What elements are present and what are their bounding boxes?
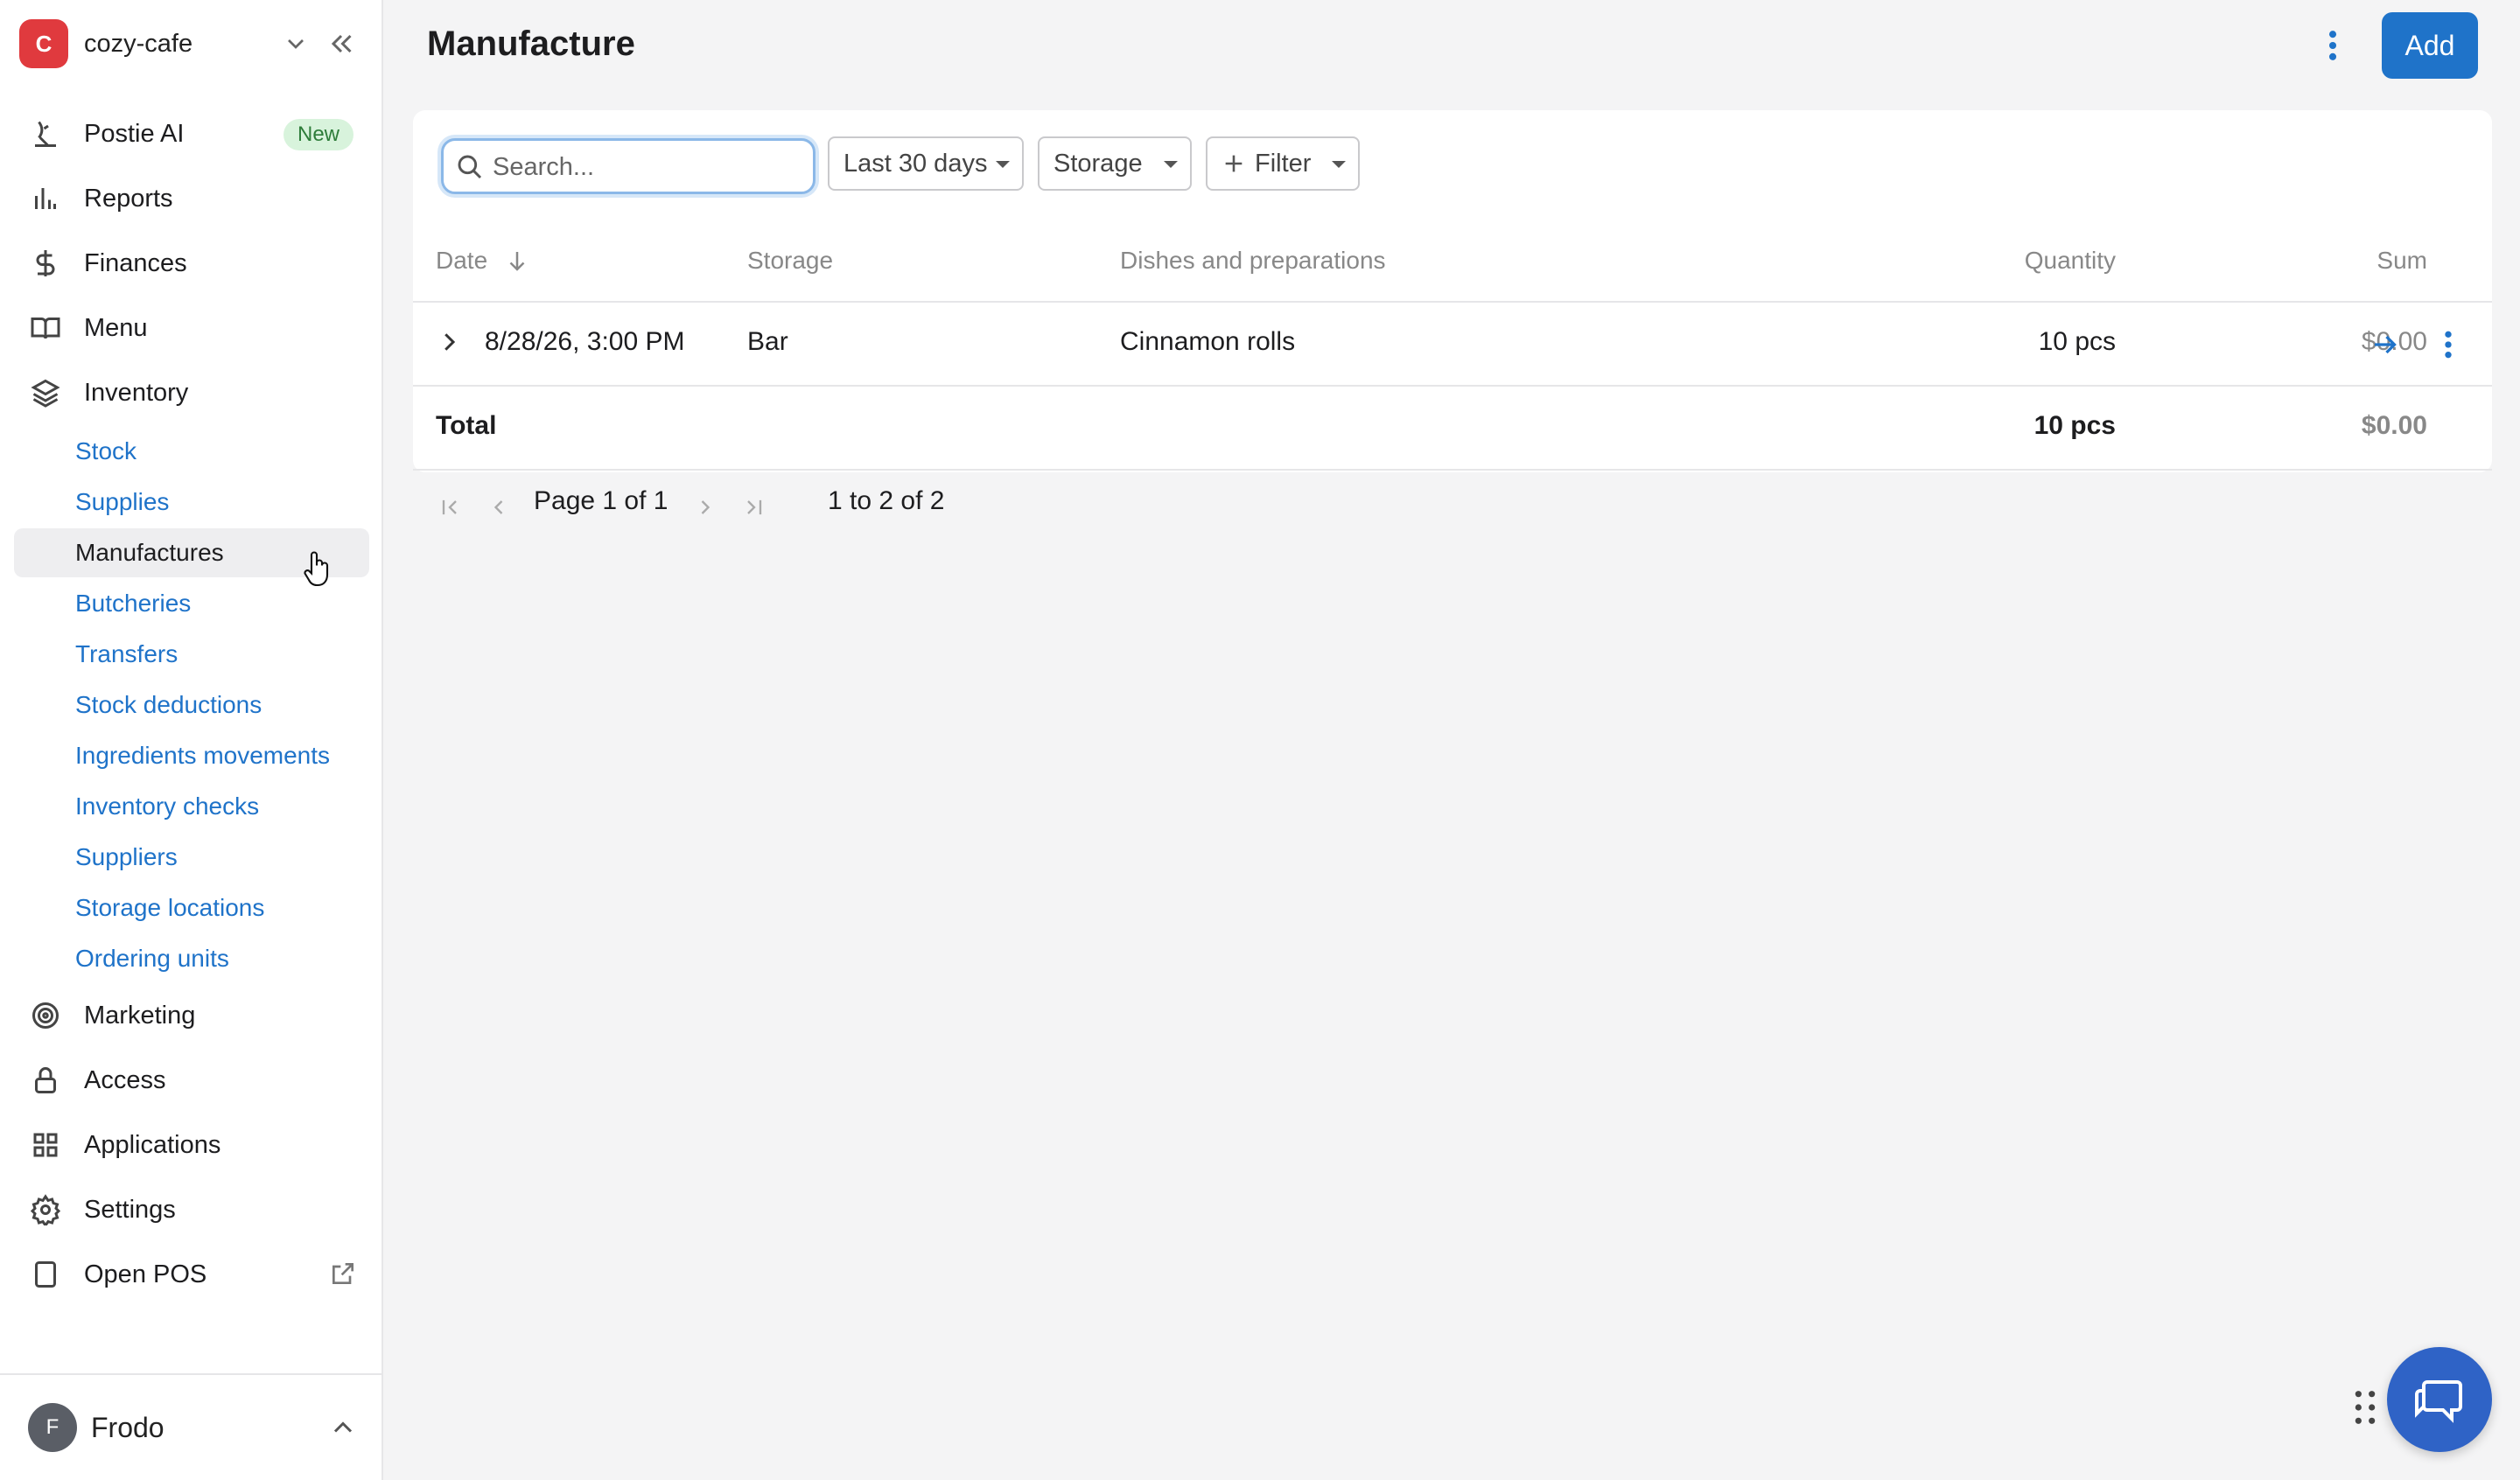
book-icon: [28, 311, 63, 346]
total-quantity: 10 pcs: [2034, 411, 2116, 440]
sidebar-item-suppliers[interactable]: Suppliers: [14, 833, 369, 882]
nav-label: Applications: [84, 1130, 221, 1159]
manufacture-table-card: Last 30 days Storage Filter Date Storage…: [413, 110, 2492, 472]
caret-down-icon: [1332, 161, 1346, 168]
arrow-down-icon[interactable]: [504, 247, 530, 275]
storage-label: Storage: [1054, 149, 1143, 178]
external-link-icon: [332, 1263, 354, 1284]
drag-handle-icon[interactable]: [2350, 1387, 2380, 1428]
column-header-dishes[interactable]: Dishes and preparations: [1120, 247, 1386, 275]
nav-reports[interactable]: Reports: [14, 173, 369, 224]
page-indicator: Page 1 of 1: [534, 486, 668, 515]
add-button[interactable]: Add: [2382, 12, 2478, 79]
column-header-date[interactable]: Date: [436, 247, 487, 275]
sidebar-item-inventory-checks[interactable]: Inventory checks: [14, 782, 369, 831]
sidebar-item-stock[interactable]: Stock: [14, 427, 369, 476]
nav-label: Open POS: [84, 1260, 207, 1288]
bar-chart-icon: [28, 181, 63, 216]
period-dropdown[interactable]: Last 30 days: [828, 136, 1024, 191]
divider: [413, 469, 2492, 471]
nav-label: Access: [84, 1065, 166, 1094]
dollar-icon: [28, 246, 63, 281]
sidebar-item-stock-deductions[interactable]: Stock deductions: [14, 681, 369, 730]
grid-icon: [28, 1127, 63, 1162]
row-date: 8/28/26, 3:00 PM: [485, 327, 685, 356]
hand-cursor-icon: [304, 551, 329, 587]
sidebar-item-ordering-units[interactable]: Ordering units: [14, 934, 369, 983]
sidebar-item-supplies[interactable]: Supplies: [14, 478, 369, 527]
divider: [413, 301, 2492, 303]
nav-menu[interactable]: Menu: [14, 303, 369, 353]
column-header-quantity[interactable]: Quantity: [1906, 247, 2116, 275]
record-range: 1 to 2 of 2: [828, 486, 945, 515]
nav-label: Reports: [84, 184, 173, 213]
filter-button[interactable]: Filter: [1206, 136, 1360, 191]
collapse-sidebar-icon[interactable]: [326, 28, 357, 59]
new-badge: New: [283, 119, 354, 150]
first-page-icon[interactable]: [438, 495, 462, 520]
nav-label: Postie AI: [84, 119, 185, 148]
lock-icon: [28, 1063, 63, 1098]
layers-icon: [28, 375, 63, 410]
user-name: Frodo: [91, 1412, 164, 1443]
search-box[interactable]: [441, 138, 816, 194]
previous-page-icon[interactable]: [486, 495, 511, 520]
chevron-down-icon[interactable]: [282, 30, 310, 58]
search-icon: [458, 155, 482, 179]
sidebar-item-transfers[interactable]: Transfers: [14, 630, 369, 679]
more-vertical-icon[interactable]: [2434, 327, 2462, 362]
nav-access[interactable]: Access: [14, 1055, 369, 1106]
nav-applications[interactable]: Applications: [14, 1120, 369, 1170]
sidebar: C cozy-cafe Postie AI New Reports Financ…: [0, 0, 383, 1480]
chevron-right-icon[interactable]: [436, 329, 462, 355]
nav-label: Inventory: [84, 378, 189, 407]
postie-ai-icon: [28, 116, 63, 151]
nav-settings[interactable]: Settings: [14, 1184, 369, 1235]
row-dishes: Cinnamon rolls: [1120, 327, 1296, 356]
filter-label: Filter: [1255, 149, 1312, 178]
caret-down-icon: [996, 161, 1010, 168]
divider: [413, 385, 2492, 387]
chevron-up-icon[interactable]: [327, 1412, 359, 1443]
row-quantity: 10 pcs: [2038, 327, 2116, 356]
search-input[interactable]: [493, 148, 808, 186]
user-menu[interactable]: F Frodo: [0, 1373, 383, 1480]
next-page-icon[interactable]: [693, 495, 718, 520]
nav-label: Menu: [84, 313, 148, 342]
nav-postie-ai[interactable]: Postie AI New: [14, 108, 369, 159]
tablet-icon: [28, 1257, 63, 1292]
plus-icon: [1225, 155, 1242, 172]
row-storage: Bar: [747, 327, 788, 356]
arrow-right-icon[interactable]: [2368, 329, 2403, 360]
workspace-logo: C: [19, 19, 68, 68]
total-label: Total: [436, 411, 497, 440]
last-page-icon[interactable]: [742, 495, 766, 520]
nav-finances[interactable]: Finances: [14, 238, 369, 289]
nav-open-pos[interactable]: Open POS: [14, 1249, 369, 1300]
column-header-storage[interactable]: Storage: [747, 247, 833, 275]
workspace-name: cozy-cafe: [84, 29, 193, 58]
gear-icon: [28, 1192, 63, 1227]
workspace-switcher[interactable]: C cozy-cafe: [19, 19, 366, 68]
chat-icon: [2415, 1380, 2462, 1423]
nav-label: Marketing: [84, 1001, 196, 1030]
target-icon: [28, 998, 63, 1033]
total-sum: $0.00: [2361, 411, 2427, 440]
more-vertical-icon[interactable]: [2317, 26, 2348, 65]
page-title: Manufacture: [427, 24, 635, 63]
nav-marketing[interactable]: Marketing: [14, 990, 369, 1041]
nav-inventory[interactable]: Inventory: [14, 367, 369, 418]
nav-label: Finances: [84, 248, 187, 277]
nav-label: Settings: [84, 1195, 176, 1224]
sidebar-item-storage-locations[interactable]: Storage locations: [14, 883, 369, 932]
avatar: F: [28, 1403, 77, 1452]
storage-dropdown[interactable]: Storage: [1038, 136, 1192, 191]
period-label: Last 30 days: [844, 149, 988, 178]
column-header-sum[interactable]: Sum: [2217, 247, 2427, 275]
caret-down-icon: [1164, 161, 1178, 168]
chat-support-button[interactable]: [2387, 1347, 2492, 1452]
sidebar-item-ingredients-movements[interactable]: Ingredients movements: [14, 731, 369, 780]
